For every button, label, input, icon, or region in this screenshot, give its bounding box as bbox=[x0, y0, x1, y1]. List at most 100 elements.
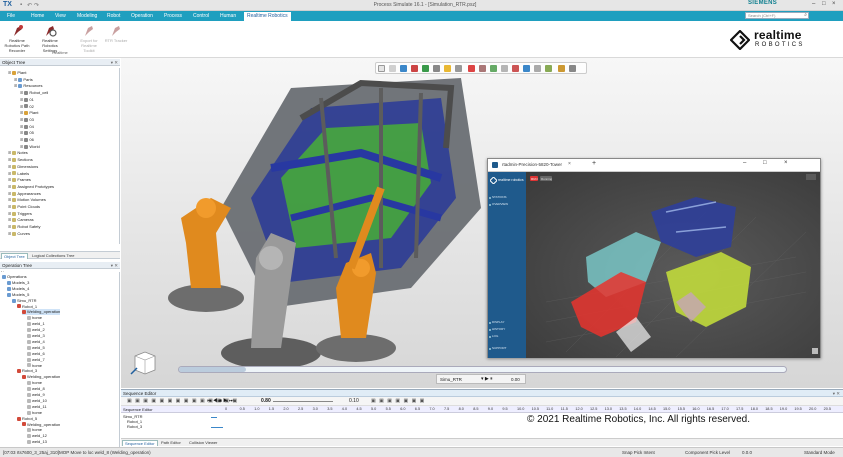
tree-row[interactable]: ⊞ Point Clouds bbox=[8, 204, 40, 210]
expand-icon[interactable]: ⊞ bbox=[20, 90, 23, 95]
tab-operation[interactable]: Operation bbox=[128, 12, 156, 21]
tracker-button[interactable]: RTR Tracker bbox=[103, 24, 129, 43]
tree-row[interactable]: ⊞ 06 bbox=[20, 137, 34, 143]
expand-icon[interactable]: ⊞ bbox=[8, 177, 11, 182]
tree-row[interactable]: ⊞ World bbox=[20, 144, 40, 150]
color-icon[interactable] bbox=[558, 65, 565, 72]
undo-icon[interactable]: ↶ bbox=[27, 2, 32, 9]
search-icon[interactable]: ⌕ bbox=[804, 12, 807, 18]
selection-filter-icon[interactable] bbox=[468, 65, 475, 72]
panel-pin-icon[interactable]: ▾ ✕ bbox=[111, 262, 118, 269]
browser-close-button[interactable]: × bbox=[784, 160, 788, 166]
tree-row[interactable]: ⊞ Labels bbox=[8, 171, 29, 177]
tree-row[interactable]: ⊞ Sections bbox=[8, 157, 33, 163]
tree-row[interactable]: ⊞ Plant bbox=[20, 110, 38, 116]
tab-realtime-robotics[interactable]: Realtime Robotics bbox=[244, 12, 291, 21]
expand-icon[interactable]: ⊞ bbox=[20, 144, 23, 149]
minimize-button[interactable]: – bbox=[812, 1, 815, 7]
sidebar-item-log[interactable]: LOG bbox=[492, 334, 498, 338]
expand-icon[interactable]: ⊞ bbox=[8, 191, 11, 196]
tree-row[interactable]: ⊞ Resources bbox=[14, 83, 42, 89]
gantt-bar[interactable] bbox=[211, 417, 217, 418]
expand-icon[interactable]: ⊞ bbox=[20, 137, 23, 142]
tree-row[interactable]: ⊞ 02 bbox=[20, 104, 34, 110]
view-cube-icon[interactable] bbox=[422, 65, 429, 72]
expand-icon[interactable]: ⊞ bbox=[20, 117, 23, 122]
zoom-icon[interactable] bbox=[389, 65, 396, 72]
expand-icon[interactable]: ⊞ bbox=[8, 157, 11, 162]
browser-maximize-button[interactable]: □ bbox=[763, 160, 767, 166]
tree-row[interactable]: ⊞ Robot Safety bbox=[8, 224, 40, 230]
play-backward-icon[interactable]: ▾ ▶ ⏸ bbox=[481, 375, 493, 384]
browser-tab-title[interactable]: rtadmin-Precision-5820-Tower bbox=[502, 162, 562, 167]
tab-logical-collections[interactable]: Logical Collections Tree bbox=[30, 253, 76, 259]
expand-icon[interactable]: ⊞ bbox=[20, 110, 23, 115]
redo-icon[interactable]: ↷ bbox=[34, 2, 39, 9]
tree-row[interactable]: ⊞ Robot_cell bbox=[20, 90, 48, 96]
tree-row[interactable]: ⊞ Cameras bbox=[8, 217, 34, 223]
panel-pin-icon[interactable]: ▾ ✕ bbox=[833, 390, 840, 397]
expand-icon[interactable]: ⊞ bbox=[20, 104, 23, 109]
sidebar-item-support[interactable]: SUPPORT bbox=[492, 346, 506, 350]
more-options-icon[interactable] bbox=[569, 65, 576, 72]
operation-row[interactable]: weld_13 bbox=[27, 439, 47, 445]
settings-button[interactable]: Realtime Robotics Settings bbox=[37, 24, 63, 53]
expand-icon[interactable]: ⊞ bbox=[8, 217, 11, 222]
expand-icon[interactable]: ⊞ bbox=[20, 124, 23, 129]
placement-icon[interactable] bbox=[512, 65, 519, 72]
expand-icon[interactable]: ⊞ bbox=[8, 70, 11, 75]
tree-row[interactable]: ⊞ Assigned Prototypes bbox=[8, 184, 54, 190]
tab-process[interactable]: Process bbox=[161, 12, 185, 21]
expand-icon[interactable]: ⊞ bbox=[20, 130, 23, 135]
controller-3d-view[interactable] bbox=[526, 172, 820, 358]
sequence-row[interactable]: Robot_3 bbox=[127, 424, 142, 429]
close-button[interactable]: × bbox=[832, 1, 836, 7]
tab-collision-viewer[interactable]: Collision Viewer bbox=[187, 440, 219, 446]
tree-row[interactable]: ⊞ Appearances bbox=[8, 191, 41, 197]
tab-file[interactable]: File bbox=[4, 12, 18, 21]
relocate-icon[interactable] bbox=[523, 65, 530, 72]
tab-control[interactable]: Control bbox=[190, 12, 212, 21]
tab-human[interactable]: Human bbox=[217, 12, 239, 21]
expand-icon[interactable]: ⊞ bbox=[8, 171, 11, 176]
sidebar-item-history[interactable]: HISTORY bbox=[492, 327, 505, 331]
sidebar-item-stations[interactable]: STATIONS bbox=[492, 195, 507, 199]
tree-row[interactable]: ⊞ Curves bbox=[8, 231, 30, 237]
tab-close-icon[interactable]: × bbox=[568, 161, 571, 167]
expand-icon[interactable]: ⊞ bbox=[14, 77, 17, 82]
expand-icon[interactable]: ⊞ bbox=[8, 184, 11, 189]
sidebar-item-display[interactable]: DISPLAY bbox=[492, 320, 504, 324]
tab-home[interactable]: Home bbox=[28, 12, 47, 21]
time-tool-icons[interactable]: ▣ ▣ ▣ ▣ ▣ ▣ ▣ bbox=[371, 398, 425, 404]
tree-row[interactable]: ⊞ 05 bbox=[20, 130, 34, 136]
display-icon[interactable] bbox=[545, 65, 552, 72]
render-mode-icon[interactable] bbox=[433, 65, 440, 72]
expand-icon[interactable]: ⊞ bbox=[20, 97, 23, 102]
study-selector[interactable]: Simu_RTR ▾ ▶ ⏸ 0.00 bbox=[436, 374, 526, 384]
run-status-pill[interactable]: RUN bbox=[530, 176, 538, 181]
simulation-timeline-slider[interactable] bbox=[178, 366, 787, 373]
expand-icon[interactable]: ⊞ bbox=[8, 150, 11, 155]
search-input[interactable]: Search (Ctrl+F) ⌕ bbox=[745, 12, 809, 19]
tree-row[interactable]: ⊞ Frames bbox=[8, 177, 31, 183]
tree-row[interactable]: ⊞ Notes bbox=[8, 150, 28, 156]
expand-icon[interactable]: ⊞ bbox=[8, 164, 11, 169]
pan-icon[interactable] bbox=[400, 65, 407, 72]
tab-robot[interactable]: Robot bbox=[104, 12, 123, 21]
blank-icon[interactable] bbox=[534, 65, 541, 72]
expand-icon[interactable]: ⊞ bbox=[8, 197, 11, 202]
tree-row[interactable]: ⊞ 03 bbox=[20, 117, 34, 123]
maximize-button[interactable]: □ bbox=[822, 1, 826, 7]
snap-pick-intent[interactable]: Snap Pick Intent bbox=[622, 448, 655, 457]
standard-mode[interactable]: Standard Mode bbox=[804, 448, 835, 457]
expand-icon[interactable]: ⊞ bbox=[14, 83, 17, 88]
tree-row[interactable]: ⊞ Plant bbox=[8, 70, 26, 76]
zoom-fit-icon[interactable] bbox=[378, 65, 385, 72]
light-icon[interactable] bbox=[444, 65, 451, 72]
component-pick-level[interactable]: Component Pick Level bbox=[685, 448, 730, 457]
rotate-icon[interactable] bbox=[411, 65, 418, 72]
panel-pin-icon[interactable]: ▾ ✕ bbox=[111, 59, 118, 66]
mode-status-pill[interactable]: Running bbox=[540, 176, 552, 181]
pick-level-icon[interactable] bbox=[479, 65, 486, 72]
expand-icon[interactable]: ⊞ bbox=[8, 211, 11, 216]
